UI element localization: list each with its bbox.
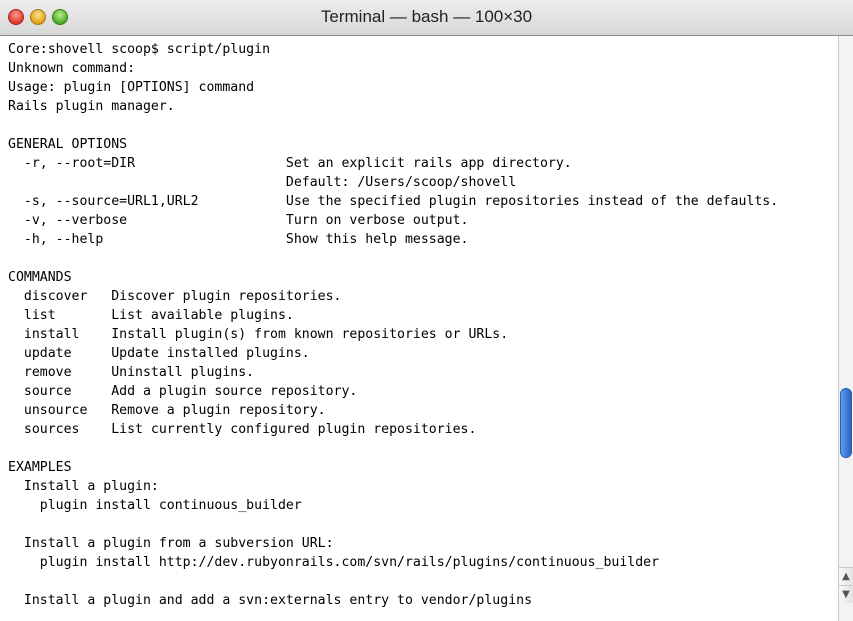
terminal-line: GENERAL OPTIONS [8,137,128,152]
scroll-up-arrow-icon[interactable]: ▲ [839,567,853,585]
terminal-line: -h, --help Show this help message. [8,232,469,247]
terminal-line: Install a plugin from a subversion URL: [8,536,334,551]
terminal-line: list List available plugins. [8,308,294,323]
terminal-line: Rails plugin manager. [8,99,175,114]
terminal-line: source Add a plugin source repository. [8,384,358,399]
scrollbar-thumb[interactable] [840,388,852,458]
terminal-line: -s, --source=URL1,URL2 Use the specified… [8,194,779,209]
terminal-line: -v, --verbose Turn on verbose output. [8,213,469,228]
terminal-line: plugin install http://dev.rubyonrails.co… [8,555,660,570]
terminal-line: unsource Remove a plugin repository. [8,403,326,418]
terminal-line: install Install plugin(s) from known rep… [8,327,509,342]
terminal-line: remove Uninstall plugins. [8,365,255,380]
terminal-line: update Update installed plugins. [8,346,310,361]
terminal-line: Core:shovell scoop$ script/plugin [8,42,271,57]
vertical-scrollbar[interactable]: ▲ ▼ [838,36,853,621]
scroll-down-arrow-icon[interactable]: ▼ [839,585,853,603]
terminal-line: Usage: plugin [OPTIONS] command [8,80,255,95]
title-bar[interactable]: Terminal — bash — 100×30 [0,0,853,36]
terminal-line: -r, --root=DIR Set an explicit rails app… [8,156,572,171]
window-title: Terminal — bash — 100×30 [320,7,533,26]
terminal-line: EXAMPLES [8,460,72,475]
terminal-line: Default: /Users/scoop/shovell [8,175,517,190]
terminal-line: discover Discover plugin repositories. [8,289,342,304]
terminal-output[interactable]: Core:shovell scoop$ script/plugin Unknow… [8,40,834,621]
terminal-window: Terminal — bash — 100×30 Core:shovell sc… [0,0,853,621]
terminal-line: Unknown command: [8,61,136,76]
terminal-line: COMMANDS [8,270,72,285]
terminal-line: plugin install continuous_builder [8,498,302,513]
terminal-line: sources List currently configured plugin… [8,422,477,437]
terminal-line: Install a plugin: [8,479,159,494]
terminal-line: Install a plugin and add a svn:externals… [8,593,533,608]
